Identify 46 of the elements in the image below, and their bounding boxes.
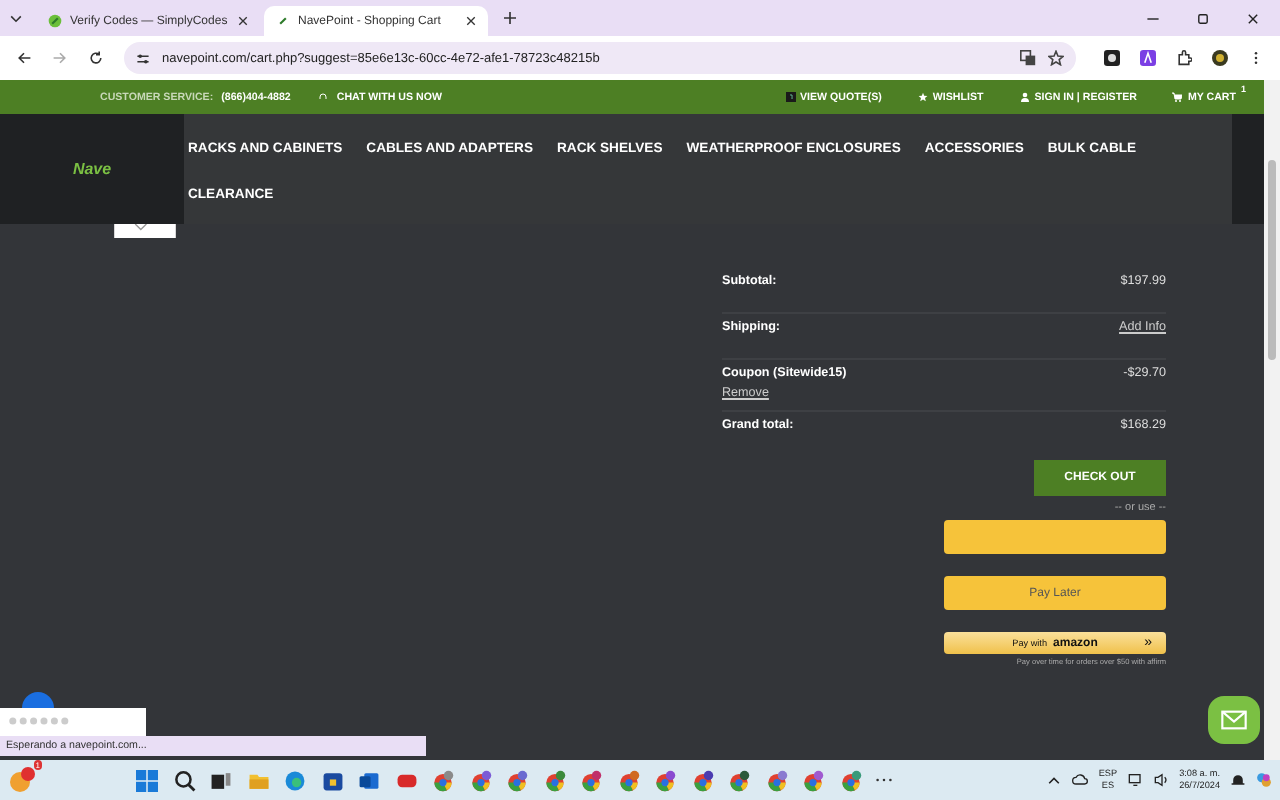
headset-icon: [318, 92, 329, 102]
new-tab-icon[interactable]: [504, 12, 516, 24]
stars-icon: [8, 716, 72, 726]
chrome-icon[interactable]: [617, 769, 639, 791]
bell-icon[interactable]: [1230, 772, 1246, 788]
scrollbar-thumb[interactable]: [1268, 160, 1276, 360]
chevron-up-icon[interactable]: [1046, 772, 1063, 788]
start-icon[interactable]: [136, 769, 158, 791]
back-icon[interactable]: [16, 50, 32, 66]
app-icon[interactable]: [395, 769, 417, 791]
close-icon[interactable]: [1246, 11, 1260, 25]
extension-icon[interactable]: [1140, 50, 1156, 66]
store-icon[interactable]: [321, 769, 343, 791]
puzzle-icon[interactable]: [1176, 50, 1192, 66]
tab-list-icon[interactable]: [8, 10, 24, 26]
reload-icon[interactable]: [88, 50, 104, 66]
restore-icon[interactable]: [1196, 11, 1210, 25]
chat-bubble-icon[interactable]: [22, 692, 54, 708]
speaker-icon[interactable]: [1153, 772, 1170, 788]
envelope-icon: [1220, 710, 1248, 730]
chrome-icon[interactable]: [765, 769, 787, 791]
chrome-icon[interactable]: [506, 769, 528, 791]
star-icon: [917, 92, 928, 102]
chrome-icon[interactable]: [839, 769, 861, 791]
chrome-icon[interactable]: [654, 769, 676, 791]
avatar-icon[interactable]: [1212, 50, 1228, 66]
message-button[interactable]: [1208, 696, 1260, 744]
close-icon[interactable]: [466, 16, 476, 26]
chrome-icon[interactable]: [469, 769, 491, 791]
chrome-icon[interactable]: [691, 769, 713, 791]
user-icon: [1019, 92, 1030, 102]
chrome-icon[interactable]: [580, 769, 602, 791]
logo[interactable]: Nave: [72, 160, 112, 178]
cloud-icon[interactable]: [1072, 772, 1089, 788]
search-icon[interactable]: [173, 769, 195, 791]
network-icon[interactable]: [1127, 772, 1144, 788]
chrome-icon[interactable]: [432, 769, 454, 791]
close-icon[interactable]: [238, 16, 248, 26]
extension-icon[interactable]: [1104, 50, 1120, 66]
cart-icon: [1172, 92, 1183, 102]
star-icon[interactable]: [1048, 50, 1064, 66]
site-settings-icon[interactable]: [136, 51, 150, 65]
chrome-icon[interactable]: [802, 769, 824, 791]
chrome-icon[interactable]: [728, 769, 750, 791]
chrome-icon[interactable]: [543, 769, 565, 791]
task-view-icon[interactable]: [210, 769, 232, 791]
